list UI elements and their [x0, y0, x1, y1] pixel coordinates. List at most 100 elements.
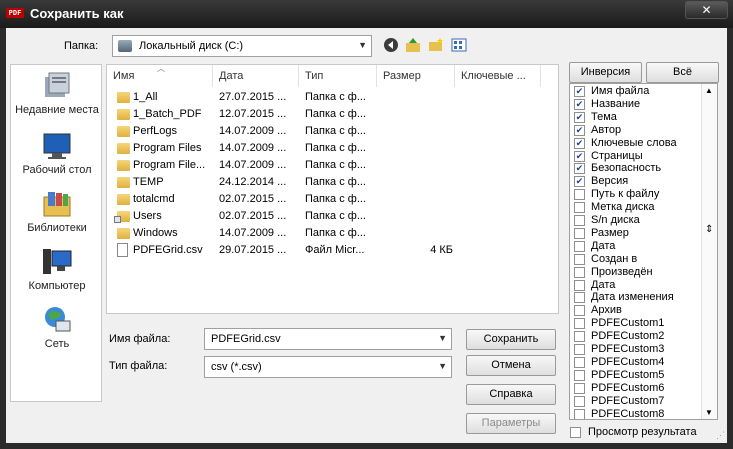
drive-icon	[118, 40, 132, 52]
place-network[interactable]: Сеть	[11, 305, 103, 350]
column-checkbox[interactable]	[574, 215, 585, 226]
place-desktop[interactable]: Рабочий стол	[11, 131, 103, 176]
column-option-label: Имя файла	[591, 85, 650, 97]
file-name-cell: PerfLogs	[133, 125, 178, 137]
folder-icon	[117, 228, 130, 239]
column-checkbox[interactable]	[574, 356, 585, 368]
column-header-date[interactable]: Дата	[213, 65, 299, 87]
chevron-down-icon[interactable]: ▼	[438, 361, 447, 371]
look-in-combo[interactable]: Локальный диск (C:) ▼	[112, 35, 372, 57]
close-button[interactable]: ✕	[685, 1, 728, 19]
folder-icon	[117, 109, 130, 120]
column-checkbox[interactable]: ✔	[574, 86, 585, 97]
file-name-label: Имя файла:	[109, 333, 171, 345]
column-option-label: Страницы	[591, 149, 643, 162]
column-checkbox[interactable]: ✔	[574, 124, 585, 136]
file-row[interactable]: totalcmd 02.07.2015 ... Папка с ф...	[107, 191, 558, 208]
save-button[interactable]: Сохранить	[466, 329, 556, 350]
column-checkbox[interactable]	[574, 331, 585, 343]
resize-grip-icon[interactable]: ⋰	[716, 430, 725, 441]
file-row[interactable]: Program File... 14.07.2009 ... Папка с ф..…	[107, 157, 558, 174]
column-checkbox[interactable]	[574, 382, 585, 394]
select-all-button[interactable]: Всё	[646, 62, 719, 83]
cancel-button[interactable]: Отмена	[466, 355, 556, 376]
column-checkbox[interactable]: ✔	[574, 176, 585, 188]
window-title: Сохранить как	[30, 6, 124, 21]
recent-places-icon	[42, 71, 72, 101]
columns-scrollbar[interactable]: ▲ ⇕ ▼	[701, 84, 717, 419]
shortcut-arrow-icon	[114, 216, 121, 223]
file-name-cell: 1_Batch_PDF	[133, 108, 202, 120]
preview-label: Просмотр результата	[588, 426, 697, 438]
scroll-down-icon[interactable]: ▼	[705, 408, 713, 417]
column-checkbox[interactable]	[574, 253, 585, 265]
file-date-cell: 02.07.2015 ...	[219, 210, 287, 222]
column-checkbox[interactable]	[574, 189, 585, 201]
column-checkbox[interactable]	[574, 305, 585, 317]
column-option-label: Создан в	[591, 252, 638, 265]
column-checkbox[interactable]: ✔	[574, 137, 585, 149]
file-row[interactable]: Windows 14.07.2009 ... Папка с ф...	[107, 225, 558, 242]
column-header-keywords[interactable]: Ключевые ...	[455, 65, 541, 87]
parameters-button[interactable]: Параметры	[466, 413, 556, 434]
file-icon	[117, 243, 128, 257]
place-label: Компьютер	[28, 280, 86, 292]
column-checkbox[interactable]	[574, 292, 585, 304]
file-row[interactable]: PDFEGrid.csv 29.07.2015 ... Файл Micr... 4 …	[107, 242, 558, 259]
file-type-select[interactable]: csv (*.csv) ▼	[204, 356, 452, 378]
column-checkbox[interactable]: ✔	[574, 98, 585, 110]
chevron-down-icon[interactable]: ▼	[438, 333, 447, 343]
back-icon[interactable]	[382, 37, 400, 55]
file-date-cell: 27.07.2015 ...	[219, 91, 287, 103]
column-checkbox[interactable]: ✔	[574, 150, 585, 162]
column-option-label: Безопасность	[591, 162, 662, 175]
column-checkbox[interactable]	[574, 344, 585, 355]
view-menu-icon[interactable]	[450, 37, 468, 55]
file-row[interactable]: PerfLogs 14.07.2009 ... Папка с ф...	[107, 123, 558, 140]
scroll-up-icon[interactable]: ▲	[705, 86, 713, 95]
new-folder-icon[interactable]	[427, 37, 445, 55]
file-name-cell: totalcmd	[133, 193, 175, 205]
file-row[interactable]: TEMP 24.12.2014 ... Папка с ф...	[107, 174, 558, 191]
column-checkbox[interactable]	[574, 202, 585, 214]
file-row[interactable]: 1_Batch_PDF 12.07.2015 ... Папка с ф...	[107, 106, 558, 123]
file-name-field[interactable]: PDFEGrid.csv ▼	[204, 328, 452, 350]
file-date-cell: 29.07.2015 ...	[219, 244, 287, 256]
column-header-type[interactable]: Тип	[299, 65, 377, 87]
column-option-label: Дата	[591, 278, 616, 291]
column-checkbox[interactable]: ✔	[574, 163, 585, 175]
place-libraries[interactable]: Библиотеки	[11, 189, 103, 234]
column-checkbox[interactable]	[574, 279, 585, 291]
column-checkbox[interactable]	[574, 266, 585, 278]
file-row[interactable]: Users 02.07.2015 ... Папка с ф...	[107, 208, 558, 225]
place-computer[interactable]: Компьютер	[11, 247, 103, 292]
help-button[interactable]: Справка	[466, 384, 556, 405]
invert-selection-button[interactable]: Инверсия	[569, 62, 642, 83]
look-in-value: Локальный диск (C:)	[139, 40, 244, 52]
column-checkbox[interactable]	[574, 408, 585, 419]
scroll-thumb-icon[interactable]: ⇕	[705, 224, 713, 235]
column-checkbox[interactable]	[574, 369, 585, 381]
preview-checkbox[interactable]	[570, 427, 581, 438]
network-icon	[42, 305, 72, 335]
column-option-label: S/n диска	[591, 214, 640, 226]
file-name-cell: 1_All	[133, 91, 158, 103]
file-row[interactable]: 1_All 27.07.2015 ... Папка с ф...	[107, 89, 558, 106]
column-header-size[interactable]: Размер	[377, 65, 455, 87]
column-header-name[interactable]: ︿ Имя	[107, 65, 213, 87]
file-row[interactable]: Program Files 14.07.2009 ... Папка с ф...	[107, 140, 558, 157]
up-folder-icon[interactable]	[404, 37, 422, 55]
column-checkbox[interactable]: ✔	[574, 111, 585, 123]
place-label: Рабочий стол	[22, 164, 92, 176]
column-checkbox[interactable]	[574, 395, 585, 407]
column-checkbox[interactable]	[574, 227, 585, 239]
file-name-value: PDFEGrid.csv	[211, 333, 281, 345]
column-checkbox[interactable]	[574, 318, 585, 330]
column-option-label: Версия	[591, 175, 629, 188]
chevron-down-icon[interactable]: ▼	[358, 40, 367, 50]
place-recent[interactable]: Недавние места	[11, 71, 103, 116]
app-icon: PDF	[6, 8, 24, 18]
look-in-label: Папка:	[64, 40, 99, 52]
column-checkbox[interactable]	[574, 240, 585, 252]
columns-checklist: ✔ Имя файла ✔ Название ✔ Тема ✔ Автор ✔ Ключевые …	[569, 83, 718, 420]
